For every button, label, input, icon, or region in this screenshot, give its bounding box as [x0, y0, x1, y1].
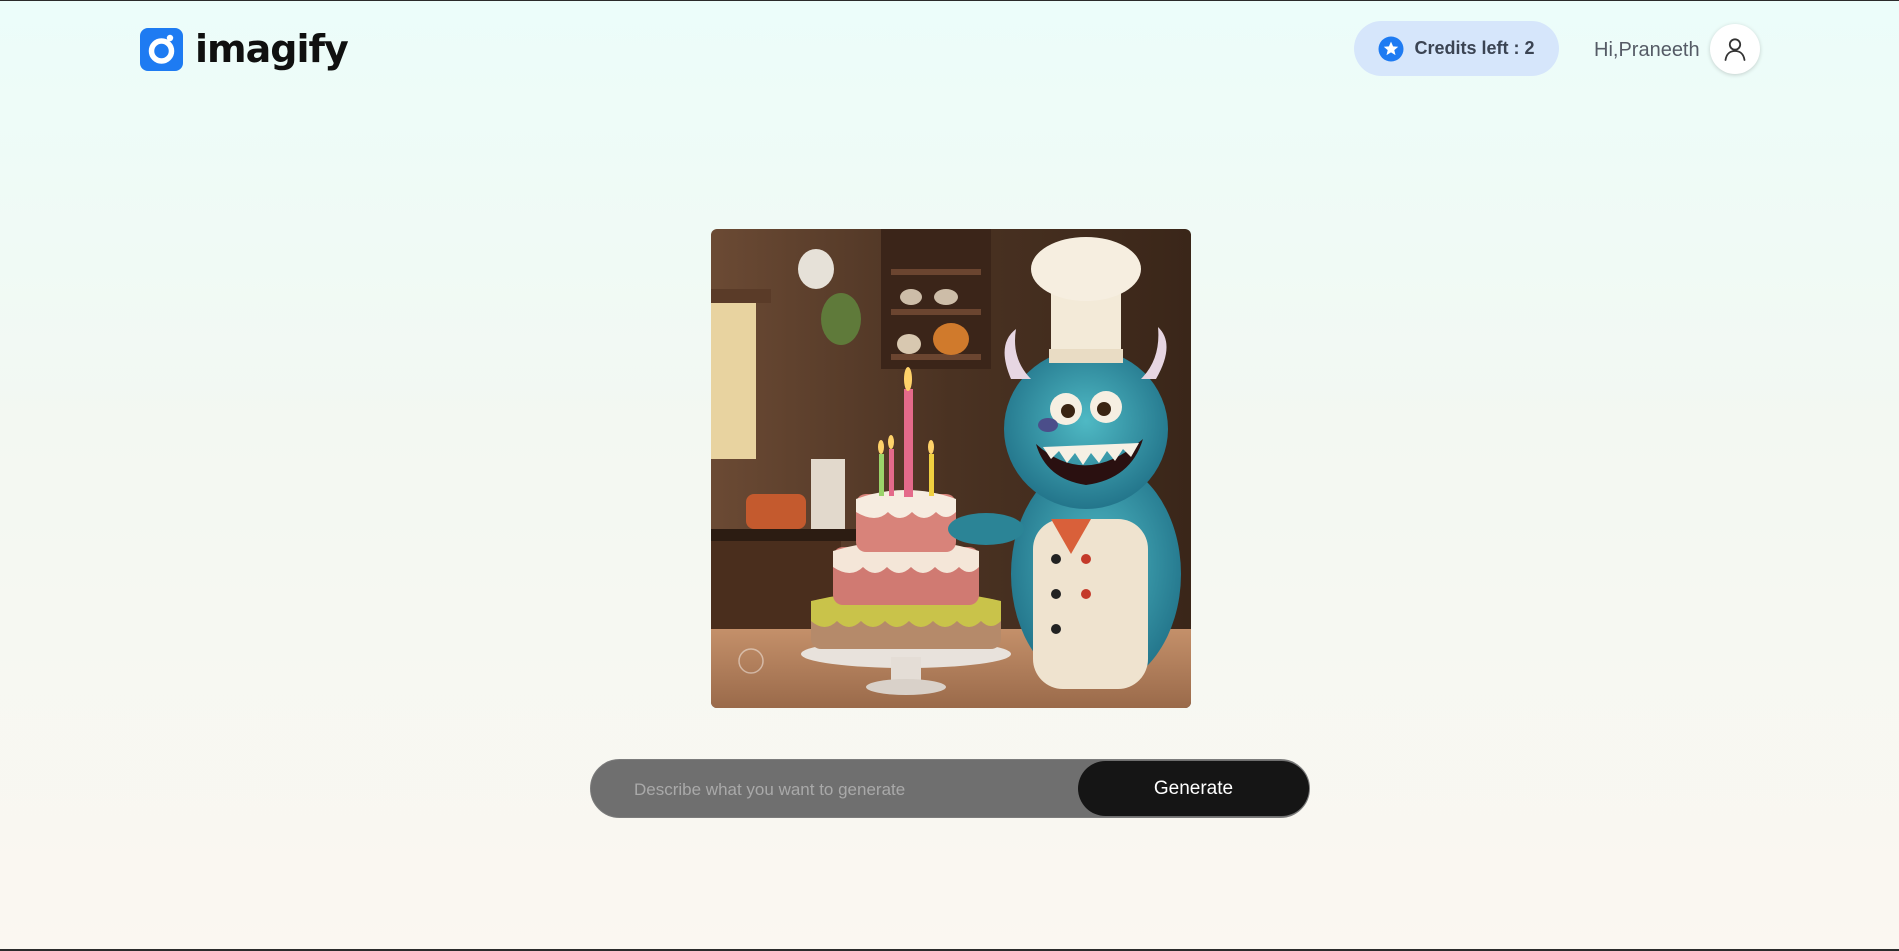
prompt-bar: Generate	[590, 759, 1310, 818]
logo-icon	[140, 27, 183, 71]
prompt-input[interactable]	[632, 774, 1056, 806]
credits-label: Credits left : 2	[1414, 38, 1535, 58]
user-avatar[interactable]	[1710, 24, 1760, 74]
credits-button[interactable]: Credits left : 2	[1354, 21, 1559, 76]
user-icon	[1724, 38, 1746, 61]
app-logo[interactable]: imagify	[140, 26, 349, 72]
generate-button[interactable]: Generate	[1078, 761, 1309, 816]
generated-image	[711, 229, 1191, 708]
logo-text: imagify	[195, 27, 349, 71]
user-greeting: Hi,Praneeth	[1594, 39, 1700, 61]
top-border	[0, 0, 1899, 1]
star-badge-icon	[1378, 36, 1404, 61]
